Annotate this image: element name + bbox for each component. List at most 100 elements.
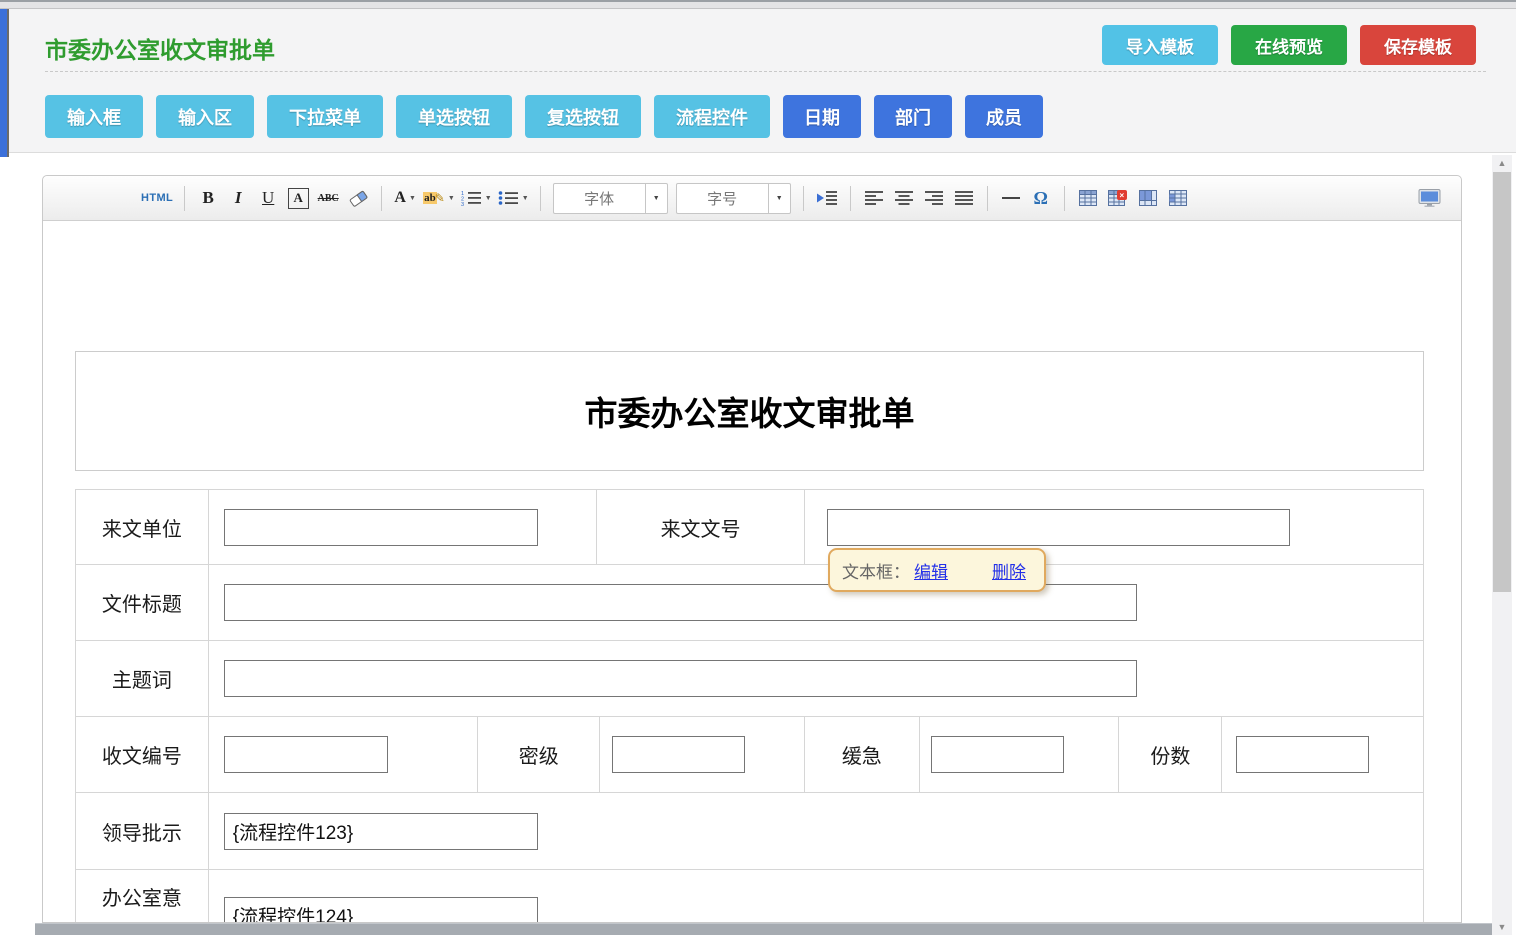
subject-input[interactable]: [224, 660, 1137, 697]
pencil-icon: ✎: [435, 191, 445, 205]
field-label-urgency: 缓急: [805, 740, 919, 769]
import-template-button[interactable]: 导入模板: [1102, 25, 1218, 65]
align-justify-button[interactable]: [952, 184, 976, 212]
form-cell: 来文单位: [76, 490, 209, 564]
strikethrough-button[interactable]: ABC: [316, 184, 340, 212]
palette-item-member[interactable]: 成员: [965, 95, 1043, 138]
unordered-list-icon: [498, 190, 519, 206]
horizontal-rule-button[interactable]: [999, 184, 1023, 212]
align-left-button[interactable]: [862, 184, 886, 212]
caret-down-icon: ▼: [409, 195, 416, 202]
form-cell: [209, 641, 1423, 716]
eraser-icon: [347, 189, 369, 207]
svg-text:3: 3: [461, 202, 464, 206]
palette-item-input-box[interactable]: 输入框: [45, 95, 143, 138]
form-cell: 办公室意见: [76, 870, 209, 922]
field-label-subject: 主题词: [76, 664, 208, 693]
toolbar-separator: [184, 186, 185, 211]
cell-properties-button[interactable]: [1166, 184, 1190, 212]
source-unit-input[interactable]: [224, 509, 538, 546]
toolbar-separator: [381, 186, 382, 211]
palette-item-radio[interactable]: 单选按钮: [396, 95, 512, 138]
align-right-icon: [925, 190, 943, 206]
text-color-button[interactable]: A ▼: [393, 184, 417, 212]
italic-button[interactable]: I: [226, 184, 250, 212]
form-row: 领导批示: [76, 793, 1423, 870]
palette-item-flow-control[interactable]: 流程控件: [654, 95, 770, 138]
form-title-box: 市委办公室收文审批单: [75, 351, 1424, 471]
unordered-list-button[interactable]: ▼: [498, 184, 529, 212]
underline-button[interactable]: U: [256, 184, 280, 212]
palette-item-dropdown[interactable]: 下拉菜单: [267, 95, 383, 138]
monitor-icon: [1418, 189, 1442, 208]
form-cell: [209, 565, 1423, 640]
blockquote-button[interactable]: [815, 184, 839, 212]
form-row: 主题词: [76, 641, 1423, 717]
editor-canvas[interactable]: 市委办公室收文审批单 来文单位 来文文号: [43, 221, 1461, 922]
font-family-select[interactable]: 字体 ▼: [553, 183, 668, 214]
boxed-a-icon: A: [288, 188, 309, 209]
palette-item-checkbox[interactable]: 复选按钮: [525, 95, 641, 138]
scroll-down-button[interactable]: ▼: [1492, 919, 1512, 935]
form-cell: [1222, 717, 1423, 792]
form-cell: 主题词: [76, 641, 209, 716]
scroll-up-button[interactable]: ▲: [1492, 155, 1512, 171]
urgency-input[interactable]: [931, 736, 1064, 773]
vertical-scrollbar[interactable]: ▲ ▼: [1492, 155, 1512, 935]
caret-down-icon: ▼: [522, 195, 529, 202]
form-row: 来文单位 来文文号: [76, 490, 1423, 565]
bottom-bar: [35, 923, 1492, 935]
receipt-no-input[interactable]: [224, 736, 388, 773]
background-blue-sliver: [0, 3, 9, 157]
edit-control-link[interactable]: 编辑: [914, 558, 948, 583]
bold-button[interactable]: B: [196, 184, 220, 212]
table-properties-button[interactable]: [1136, 184, 1160, 212]
caret-down-icon: ▼: [768, 184, 790, 213]
form-cell: [209, 870, 1423, 922]
copies-input[interactable]: [1236, 736, 1369, 773]
caret-down-icon: ▼: [448, 195, 455, 202]
control-tooltip: 文本框： 编辑 删除: [828, 548, 1046, 592]
page-title: 市委办公室收文审批单: [45, 31, 275, 65]
form-cell: [209, 490, 597, 564]
align-right-button[interactable]: [922, 184, 946, 212]
remove-format-button[interactable]: [346, 184, 370, 212]
align-center-button[interactable]: [892, 184, 916, 212]
palette-item-date[interactable]: 日期: [783, 95, 861, 138]
insert-table-icon: [1079, 190, 1097, 206]
tooltip-type-label: 文本框：: [842, 558, 910, 583]
caret-down-icon: ▼: [485, 195, 492, 202]
palette-item-department[interactable]: 部门: [874, 95, 952, 138]
save-template-button[interactable]: 保存模板: [1360, 25, 1476, 65]
font-style-button[interactable]: A: [286, 184, 310, 212]
form-cell: [209, 793, 1423, 869]
field-label-doc-number: 来文文号: [597, 513, 804, 542]
svg-text:×: ×: [1120, 191, 1125, 200]
field-label-receipt-no: 收文编号: [76, 740, 208, 769]
form-row: 收文编号 密级 缓急 份数: [76, 717, 1423, 793]
ordered-list-button[interactable]: 1 2 3 ▼: [461, 184, 492, 212]
toolbar-separator: [1064, 186, 1065, 211]
leader-note-input[interactable]: [224, 813, 538, 850]
delete-control-link[interactable]: 删除: [992, 558, 1026, 583]
form-row: 办公室意见: [76, 870, 1423, 922]
fullscreen-button[interactable]: [1418, 184, 1442, 212]
scrollbar-thumb[interactable]: [1493, 172, 1511, 592]
delete-table-button[interactable]: ×: [1106, 184, 1130, 212]
ordered-list-icon: 1 2 3: [461, 190, 482, 206]
insert-table-button[interactable]: [1076, 184, 1100, 212]
align-left-icon: [865, 190, 883, 206]
html-source-button[interactable]: HTML: [141, 184, 173, 212]
form-cell: 缓急: [805, 717, 920, 792]
palette-item-textarea[interactable]: 输入区: [156, 95, 254, 138]
preview-online-button[interactable]: 在线预览: [1231, 25, 1347, 65]
form-cell: 文件标题: [76, 565, 209, 640]
secrecy-input[interactable]: [612, 736, 745, 773]
form-cell: [209, 717, 479, 792]
field-label-copies: 份数: [1119, 740, 1221, 769]
font-size-select[interactable]: 字号 ▼: [676, 183, 791, 214]
highlight-color-button[interactable]: ab ✎ ▼: [423, 184, 455, 212]
office-opinion-input[interactable]: [224, 897, 538, 922]
special-char-button[interactable]: Ω: [1029, 184, 1053, 212]
doc-number-input[interactable]: [827, 509, 1290, 546]
